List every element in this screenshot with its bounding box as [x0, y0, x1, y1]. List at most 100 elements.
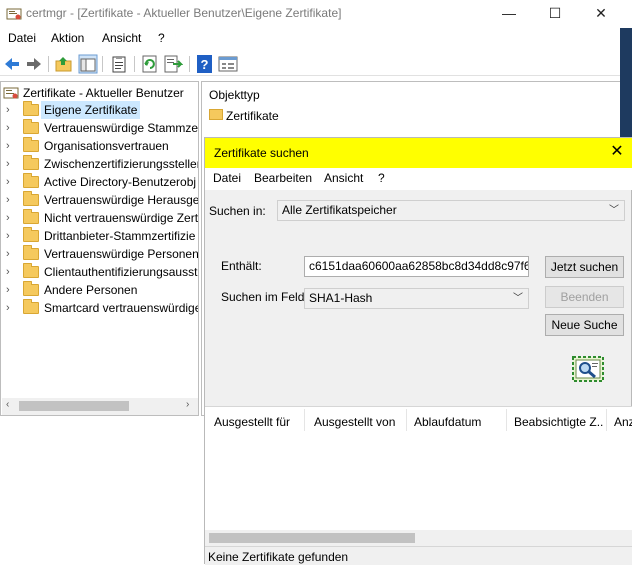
menu-ansicht[interactable]: Ansicht [102, 31, 141, 45]
dialog-menu-bar: Datei Bearbeiten Ansicht ? [205, 168, 632, 190]
folder-icon [23, 173, 39, 188]
svg-text:?: ? [201, 57, 209, 72]
menu-bar: Datei Aktion Ansicht ? [0, 28, 632, 50]
chevron-right-icon[interactable]: › [6, 137, 16, 155]
toolbar: ? [0, 52, 632, 76]
dialog-menu-ansicht[interactable]: Ansicht [324, 171, 363, 185]
scrollbar-thumb[interactable] [19, 401, 129, 411]
tree-item-label: Andere Personen [44, 283, 138, 297]
find-certificate-icon [572, 356, 604, 382]
chevron-right-icon[interactable]: › [6, 119, 16, 137]
dialog-title: Zertifikate suchen [214, 146, 309, 160]
column-divider[interactable] [606, 409, 607, 431]
dialog-close-button[interactable]: ✕ [607, 142, 627, 162]
menu-aktion[interactable]: Aktion [51, 31, 84, 45]
chevron-right-icon[interactable]: › [6, 263, 16, 281]
scrollbar-thumb[interactable] [209, 533, 415, 543]
scroll-right-icon[interactable]: › [186, 399, 189, 410]
column-divider[interactable] [406, 409, 407, 431]
chevron-right-icon[interactable]: › [6, 227, 16, 245]
folder-icon [23, 101, 39, 116]
tree-root-label: Zertifikate - Aktueller Benutzer [23, 86, 184, 100]
stop-button[interactable]: Beenden [545, 286, 624, 308]
folder-icon [209, 109, 223, 120]
chevron-right-icon[interactable]: › [6, 101, 16, 119]
show-hide-tree-icon[interactable] [78, 54, 98, 74]
folder-icon [23, 209, 39, 224]
results-horizontal-scrollbar[interactable] [205, 530, 632, 546]
search-in-value: Alle Zertifikatspeicher [282, 203, 397, 217]
search-in-select[interactable]: Alle Zertifikatspeicher ﹀ [277, 200, 625, 221]
dialog-menu-bearbeiten[interactable]: Bearbeiten [254, 171, 312, 185]
column-header-intended-purposes[interactable]: Beabsichtigte Z... [514, 415, 604, 431]
tree-item-label: Vertrauenswürdige Personen [44, 247, 199, 261]
folder-icon [23, 263, 39, 278]
tree-item-label: Zwischenzertifizierungssteller [44, 157, 199, 171]
find-certificates-dialog: Zertifikate suchen ✕ Datei Bearbeiten An… [204, 137, 632, 565]
maximize-button[interactable]: ☐ [532, 0, 578, 28]
forward-arrow-icon[interactable] [24, 54, 44, 74]
column-header-friendly-name[interactable]: Anz [614, 415, 632, 431]
results-table[interactable]: Ausgestellt für Ausgestellt von Ablaufda… [205, 406, 632, 546]
window-title: certmgr - [Zertifikate - Aktueller Benut… [26, 6, 342, 20]
folder-icon [23, 227, 39, 242]
chevron-right-icon[interactable]: › [6, 209, 16, 227]
scroll-left-icon[interactable]: ‹ [6, 399, 9, 410]
help-icon[interactable]: ? [195, 54, 215, 74]
column-header-issued-to[interactable]: Ausgestellt für [214, 415, 304, 431]
tree-item-label: Vertrauenswürdige Stammzer [44, 121, 199, 135]
chevron-right-icon[interactable]: › [6, 173, 16, 191]
up-folder-icon[interactable] [54, 54, 74, 74]
folder-icon [23, 281, 39, 296]
column-divider[interactable] [506, 409, 507, 431]
column-header-issued-by[interactable]: Ausgestellt von [314, 415, 404, 431]
tree-horizontal-scrollbar[interactable]: ‹ › [2, 398, 198, 415]
search-in-label: Suchen in: [209, 204, 266, 218]
status-bar: Keine Zertifikate gefunden [205, 546, 632, 565]
column-divider[interactable] [304, 409, 305, 431]
clipboard-icon[interactable] [109, 54, 129, 74]
folder-icon [23, 245, 39, 260]
chevron-right-icon[interactable]: › [6, 191, 16, 209]
list-item-zertifikate[interactable]: Zertifikate [226, 109, 279, 123]
search-now-button[interactable]: Jetzt suchen [545, 256, 624, 278]
contains-label: Enthält: [221, 259, 262, 273]
title-bar: certmgr - [Zertifikate - Aktueller Benut… [0, 0, 632, 28]
close-button[interactable]: ✕ [578, 0, 624, 28]
chevron-right-icon[interactable]: › [6, 155, 16, 173]
tree-item-label: Eigene Zertifikate [41, 101, 141, 119]
dialog-menu-datei[interactable]: Datei [213, 171, 241, 185]
properties-icon[interactable] [218, 54, 238, 74]
chevron-right-icon[interactable]: › [6, 299, 16, 317]
menu-datei[interactable]: Datei [8, 31, 36, 45]
toolbar-separator [189, 56, 190, 72]
folder-icon [23, 137, 39, 152]
minimize-button[interactable]: — [486, 0, 532, 28]
folder-icon [23, 299, 39, 314]
export-list-icon[interactable] [163, 54, 183, 74]
chevron-down-icon: ﹀ [513, 293, 523, 304]
chevron-right-icon[interactable]: › [6, 245, 16, 263]
folder-icon [23, 155, 39, 170]
dialog-title-bar: Zertifikate suchen ✕ [205, 138, 632, 168]
folder-icon [23, 119, 39, 134]
certmgr-app-icon [6, 8, 22, 20]
refresh-icon[interactable] [140, 54, 160, 74]
tree-item-label: Nicht vertrauenswürdige Zert [44, 211, 199, 225]
menu-help[interactable]: ? [158, 31, 165, 45]
contains-input[interactable]: c6151daa60600aa62858bc8d34dd8c97f6c82 [304, 256, 529, 277]
column-header-expiration[interactable]: Ablaufdatum [414, 415, 504, 431]
toolbar-separator [102, 56, 103, 72]
chevron-right-icon[interactable]: › [6, 281, 16, 299]
column-header-objekttyp[interactable]: Objekttyp [209, 88, 260, 102]
toolbar-separator [134, 56, 135, 72]
dialog-menu-help[interactable]: ? [378, 171, 385, 185]
status-text: Keine Zertifikate gefunden [208, 550, 349, 564]
search-field-select[interactable]: SHA1-Hash ﹀ [304, 288, 529, 309]
back-arrow-icon[interactable] [2, 54, 22, 74]
new-search-button[interactable]: Neue Suche [545, 314, 624, 336]
toolbar-separator [48, 56, 49, 72]
tree-pane[interactable]: Zertifikate - Aktueller Benutzer › Eigen… [0, 81, 199, 416]
search-field-label: Suchen im Feld: [221, 290, 308, 304]
tree-item-label: Active Directory-Benutzerobj [44, 175, 197, 189]
